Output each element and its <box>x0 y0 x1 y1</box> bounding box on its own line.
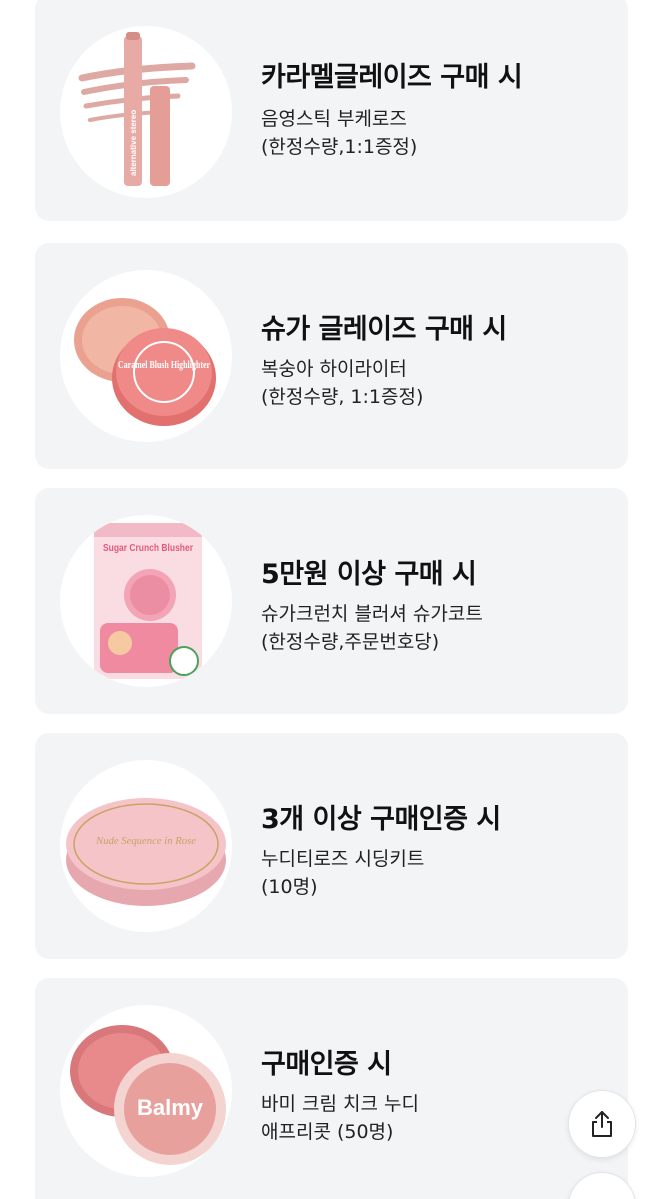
product-image-highlighter: Caramel Blush Highlighter <box>60 270 232 442</box>
card-desc-line2: (한정수량, 1:1증정) <box>261 386 424 408</box>
gift-card-4: Nude Sequence in Rose 3개 이상 구매인증 시 누디티로즈… <box>35 733 628 959</box>
highlighter-illustration: Caramel Blush Highlighter <box>74 298 216 426</box>
card-desc-line1: 슈가크런치 블러셔 슈가코트 <box>261 603 483 625</box>
card-desc-line2: (한정수량,주문번호당) <box>261 631 440 653</box>
product-brand-text: Nude Sequence in Rose <box>95 835 196 847</box>
card-desc-line1: 바미 크림 치크 누디 <box>261 1093 419 1115</box>
card-description: 음영스틱 부케로즈 (한정수량,1:1증정) <box>261 105 417 161</box>
card-title: 5만원 이상 구매 시 <box>261 559 477 590</box>
card-desc-line2: (10명) <box>261 876 318 898</box>
product-brand-text: Sugar Crunch Blusher <box>103 543 193 554</box>
product-image-cream-cheek: Balmy <box>60 1005 232 1177</box>
card-title: 구매인증 시 <box>261 1049 392 1080</box>
card-desc-line1: 누디티로즈 시딩키트 <box>261 848 425 870</box>
product-image-shadow-stick: alternative stereo <box>60 26 232 198</box>
card-title: 슈가 글레이즈 구매 시 <box>261 314 507 345</box>
card-desc-line2: (한정수량,1:1증정) <box>261 136 418 158</box>
share-button[interactable] <box>568 1090 636 1158</box>
seeding-kit-illustration: Nude Sequence in Rose <box>66 798 226 906</box>
shadow-stick-illustration: alternative stereo <box>78 32 196 186</box>
product-image-blusher-package: Sugar Crunch Blusher <box>60 515 232 687</box>
card-desc-line1: 음영스틱 부케로즈 <box>261 108 407 130</box>
product-brand-text: Balmy <box>137 1095 204 1120</box>
card-description: 누디티로즈 시딩키트 (10명) <box>261 845 424 901</box>
card-title: 3개 이상 구매인증 시 <box>261 804 501 835</box>
share-icon <box>592 1111 612 1137</box>
card-desc-line2: 애프리콧 (50명) <box>261 1121 394 1143</box>
product-brand-text: alternative stereo <box>129 110 138 176</box>
gift-card-2: Caramel Blush Highlighter 슈가 글레이즈 구매 시 복… <box>35 243 628 469</box>
card-description: 복숭아 하이라이터 (한정수량, 1:1증정) <box>261 355 423 411</box>
product-image-seeding-kit: Nude Sequence in Rose <box>60 760 232 932</box>
event-gift-list: alternative stereo 카라멜글레이즈 구매 시 음영스틱 부케로… <box>0 0 661 1199</box>
gift-card-5: Balmy 구매인증 시 바미 크림 치크 누디 애프리콧 (50명) <box>35 978 628 1199</box>
blusher-package-illustration: Sugar Crunch Blusher <box>94 523 202 679</box>
gift-card-1: alternative stereo 카라멜글레이즈 구매 시 음영스틱 부케로… <box>35 0 628 221</box>
product-brand-text: Caramel Blush Highlighter <box>118 360 210 371</box>
gift-card-3: Sugar Crunch Blusher 5만원 이상 구매 시 슈가크런치 블… <box>35 488 628 714</box>
card-title: 카라멜글레이즈 구매 시 <box>261 62 523 93</box>
card-desc-line1: 복숭아 하이라이터 <box>261 358 407 380</box>
cream-cheek-illustration: Balmy <box>70 1025 226 1165</box>
card-description: 슈가크런치 블러셔 슈가코트 (한정수량,주문번호당) <box>261 600 483 656</box>
card-description: 바미 크림 치크 누디 애프리콧 (50명) <box>261 1090 419 1146</box>
